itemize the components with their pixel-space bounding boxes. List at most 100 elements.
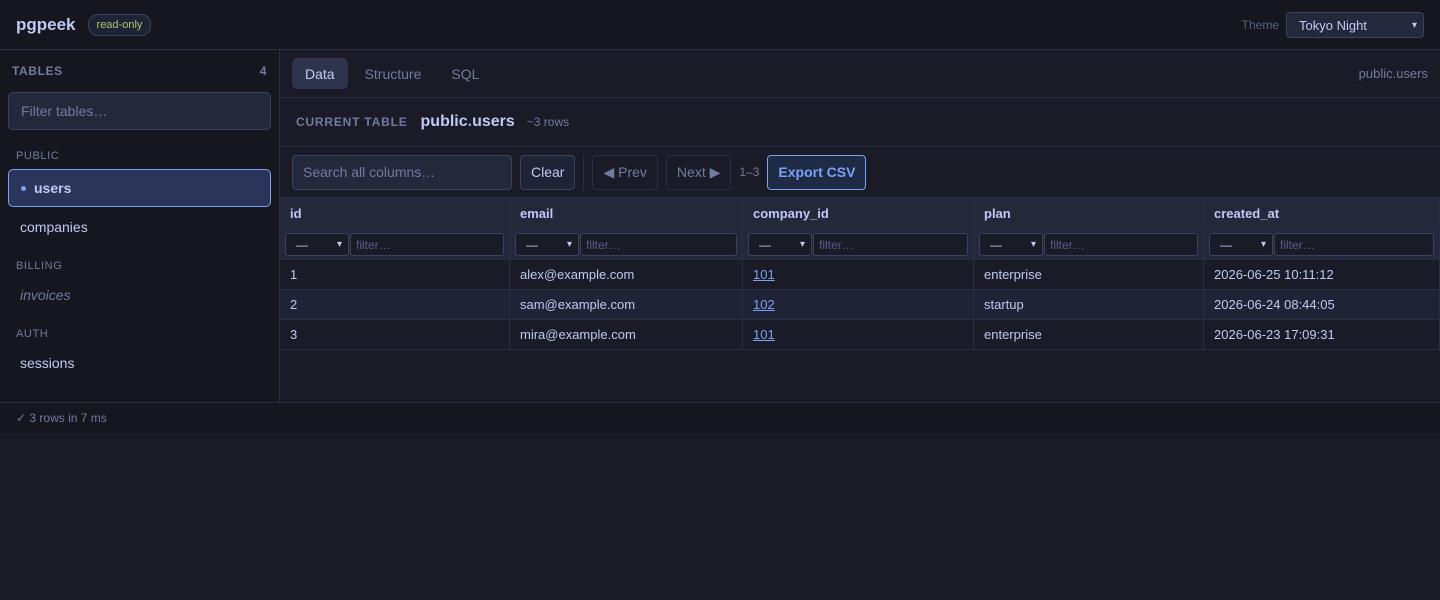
operator-value: — (526, 237, 538, 252)
cell-id: 3 (280, 320, 510, 349)
table-row[interactable]: 2 sam@example.com 102 startup 2026-06-24… (280, 290, 1440, 320)
chevron-down-icon: ▾ (799, 239, 805, 250)
content-pane: Data Structure SQL public.users CURRENT … (280, 50, 1440, 402)
current-table-label: CURRENT TABLE (296, 115, 408, 129)
column-filter-input[interactable]: filter… (1274, 233, 1434, 256)
cell-id: 2 (280, 290, 510, 319)
sidebar-header: TABLES 4 (8, 50, 271, 92)
operator-value: — (1220, 237, 1232, 252)
filter-cell-id: — ▾ filter… (280, 230, 510, 259)
operator-select[interactable]: — ▾ (748, 233, 812, 256)
theme-select[interactable]: Tokyo Night ▾ (1286, 12, 1424, 38)
column-header-created-at[interactable]: created_at (1204, 198, 1440, 229)
export-csv-button[interactable]: Export CSV (767, 154, 867, 190)
column-filter-input[interactable]: filter… (350, 233, 504, 256)
table-row[interactable]: 3 mira@example.com 101 enterprise 2026-0… (280, 320, 1440, 350)
column-filter-input[interactable]: filter… (580, 233, 737, 256)
chevron-down-icon: ▾ (566, 239, 572, 250)
cell-company-id: 101 (743, 320, 974, 349)
sidebar-item-sessions[interactable]: sessions (8, 344, 271, 382)
clear-button[interactable]: Clear (520, 154, 576, 190)
column-header-email[interactable]: email (510, 198, 743, 229)
sidebar: TABLES 4 Filter tables… PUBLIC users com… (0, 50, 280, 402)
sidebar-item-label: companies (20, 219, 88, 235)
status-text: ✓ 3 rows in 7 ms (16, 411, 107, 425)
sidebar-item-label: invoices (20, 287, 71, 303)
column-filter-input[interactable]: filter… (1044, 233, 1198, 256)
sidebar-item-companies[interactable]: companies (8, 208, 271, 246)
cell-email: alex@example.com (510, 260, 743, 289)
cell-plan: enterprise (974, 320, 1204, 349)
cell-id: 1 (280, 260, 510, 289)
view-tabs: Data Structure SQL public.users (280, 50, 1440, 98)
filter-cell-plan: — ▾ filter… (974, 230, 1204, 259)
foreign-key-link[interactable]: 101 (753, 327, 775, 342)
sidebar-item-label: sessions (20, 355, 75, 371)
cell-company-id: 101 (743, 260, 974, 289)
cell-email: sam@example.com (510, 290, 743, 319)
group-label-public: PUBLIC (16, 150, 60, 162)
row-estimate: ~3 rows (526, 115, 570, 129)
theme-value: Tokyo Night (1299, 17, 1367, 33)
schema-name: public (420, 113, 468, 130)
operator-select[interactable]: — ▾ (285, 233, 349, 256)
cell-company-id: 102 (743, 290, 974, 319)
theme-picker: Theme Tokyo Night ▾ (1242, 12, 1424, 38)
next-page-button[interactable]: Next ▶ (665, 154, 732, 190)
group-label-billing: BILLING (16, 260, 63, 272)
foreign-key-link[interactable]: 101 (753, 267, 775, 282)
grid-filter-row: — ▾ filter… — ▾ filter… — ▾ filter… — ▾ filt… (280, 230, 1440, 260)
operator-value: — (296, 237, 308, 252)
filter-cell-created-at: — ▾ filter… (1204, 230, 1440, 259)
cell-plan: startup (974, 290, 1204, 319)
grid-header-row: id email company_id plan created_at (280, 198, 1440, 230)
tables-heading: TABLES (12, 64, 63, 78)
filter-cell-company-id: — ▾ filter… (743, 230, 974, 259)
operator-select[interactable]: — ▾ (1209, 233, 1273, 256)
operator-value: — (990, 237, 1002, 252)
current-table-bar: CURRENT TABLE public.users ~3 rows (280, 98, 1440, 147)
theme-label: Theme (1241, 18, 1279, 32)
column-filter-input[interactable]: filter… (813, 233, 968, 256)
cell-created-at: 2026-06-24 08:44:05 (1204, 290, 1440, 319)
chevron-down-icon: ▾ (1030, 239, 1036, 250)
page-range: 1–3 (739, 165, 760, 179)
app-title: pgpeek (16, 14, 76, 34)
tab-sql[interactable]: SQL (438, 58, 492, 89)
tab-data[interactable]: Data (292, 58, 348, 89)
current-table-name: public.users (421, 113, 515, 131)
data-toolbar: Search all columns… Clear ◀ Prev Next ▶ … (280, 147, 1440, 198)
cell-email: mira@example.com (510, 320, 743, 349)
chevron-down-icon: ▾ (336, 239, 342, 250)
sidebar-item-users[interactable]: users (8, 169, 271, 207)
column-header-plan[interactable]: plan (974, 198, 1204, 229)
tables-count: 4 (259, 64, 267, 78)
app-header: pgpeek read-only Theme Tokyo Night ▾ (0, 0, 1440, 50)
sidebar-item-invoices[interactable]: invoices (8, 276, 271, 314)
sidebar-item-label: users (34, 180, 72, 196)
filter-cell-email: — ▾ filter… (510, 230, 743, 259)
cell-created-at: 2026-06-23 17:09:31 (1204, 320, 1440, 349)
toolbar-divider (583, 154, 585, 190)
operator-select[interactable]: — ▾ (515, 233, 579, 256)
grid-body: 1 alex@example.com 101 enterprise 2026-0… (280, 260, 1440, 350)
column-header-company-id[interactable]: company_id (743, 198, 974, 229)
column-header-id[interactable]: id (280, 198, 510, 229)
group-label-auth: AUTH (16, 328, 49, 340)
table-name: users (472, 113, 515, 130)
read-only-badge: read-only (87, 13, 152, 36)
cell-created-at: 2026-06-25 10:11:12 (1204, 260, 1440, 289)
data-grid: id email company_id plan created_at — ▾ f… (280, 198, 1440, 350)
search-input[interactable]: Search all columns… (292, 154, 512, 190)
operator-select[interactable]: — ▾ (979, 233, 1043, 256)
chevron-down-icon: ▾ (1411, 19, 1417, 31)
table-row[interactable]: 1 alex@example.com 101 enterprise 2026-0… (280, 260, 1440, 290)
status-bar: ✓ 3 rows in 7 ms (0, 402, 1440, 433)
current-table-path: public.users (1358, 66, 1428, 81)
foreign-key-link[interactable]: 102 (753, 297, 775, 312)
tab-structure[interactable]: Structure (352, 58, 435, 89)
prev-page-button[interactable]: ◀ Prev (592, 154, 658, 190)
active-dot-icon (21, 185, 26, 191)
chevron-down-icon: ▾ (1260, 239, 1266, 250)
filter-tables-input[interactable]: Filter tables… (8, 92, 271, 130)
